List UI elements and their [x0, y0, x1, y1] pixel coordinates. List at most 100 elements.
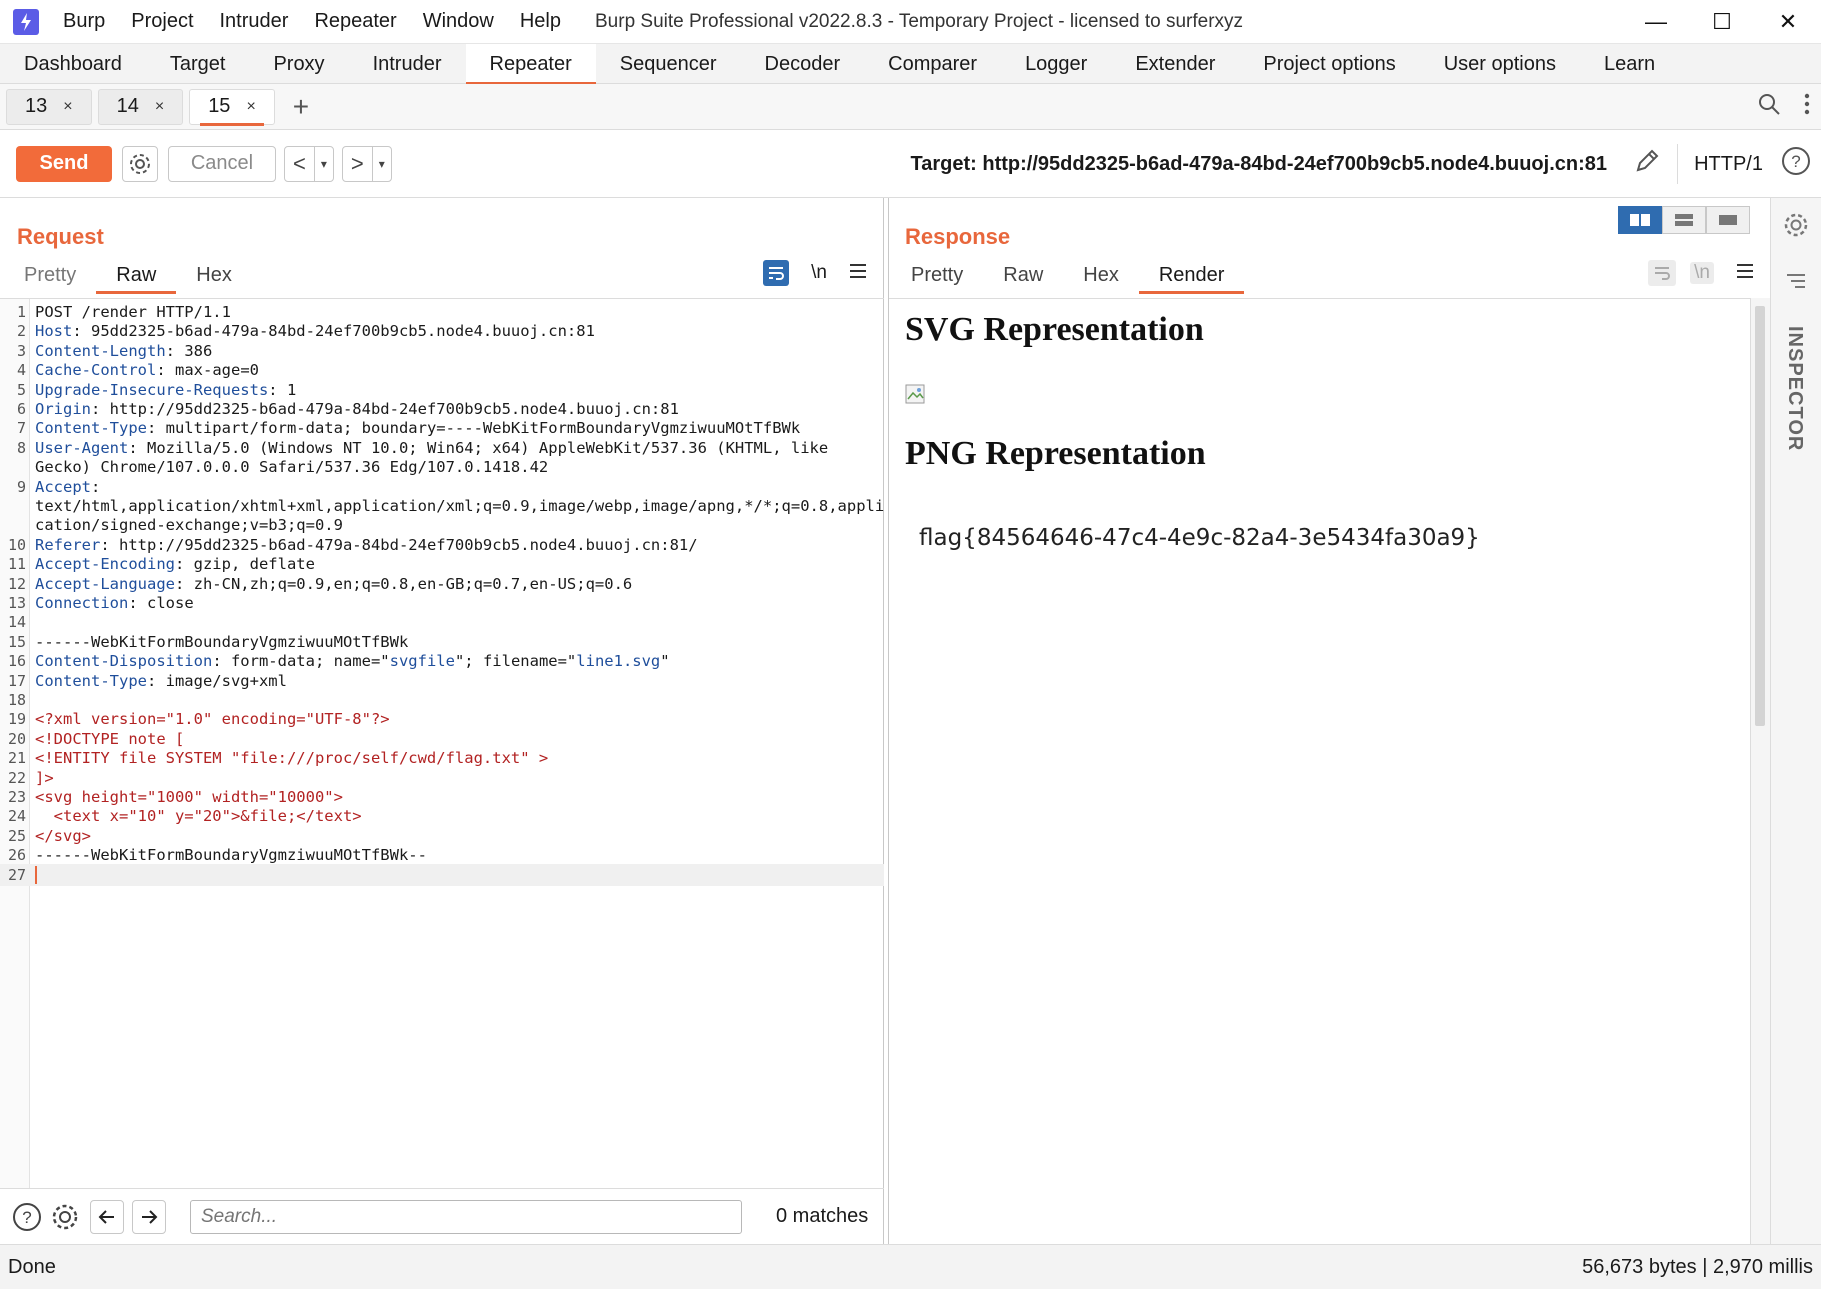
line-text: : 1: [268, 380, 297, 399]
repeater-tabs: 13 × 14 × 15 × +: [0, 84, 1821, 130]
response-panel: Response Pretty Raw Hex Render \n SVG Repre…: [888, 198, 1771, 1244]
header-name: Content-Type: [35, 671, 147, 690]
close-tab-icon[interactable]: ×: [155, 98, 164, 116]
menu-project[interactable]: Project: [131, 10, 193, 33]
line-text: cation/signed-exchange;v=b3;q=0.9: [35, 516, 343, 535]
tab-proxy[interactable]: Proxy: [249, 44, 348, 84]
menu-burp[interactable]: Burp: [63, 10, 105, 33]
response-tab-hex[interactable]: Hex: [1063, 260, 1139, 294]
menu-icon[interactable]: [849, 262, 867, 285]
menu-intruder[interactable]: Intruder: [220, 10, 289, 33]
window-controls: — ☐ ✕: [1623, 0, 1821, 44]
gear-icon[interactable]: [48, 1200, 82, 1234]
history-forward-group[interactable]: > ▾: [341, 145, 392, 182]
edit-target-icon[interactable]: [1633, 147, 1661, 181]
repeater-tab-13[interactable]: 13 ×: [6, 88, 92, 125]
line-text: : image/svg+xml: [146, 671, 287, 690]
tabs-layout-button[interactable]: [1706, 206, 1750, 234]
response-scrollbar[interactable]: [1751, 298, 1771, 1244]
gear-icon: [130, 153, 150, 174]
menu-window[interactable]: Window: [423, 10, 494, 33]
header-name: Content-Length: [35, 341, 166, 360]
add-tab-button[interactable]: +: [293, 91, 309, 123]
show-newlines-toggle[interactable]: \n: [811, 262, 827, 284]
line-text: : http://95dd2325-b6ad-479a-84bd-24ef700…: [100, 535, 698, 554]
menu-icon[interactable]: [1736, 262, 1754, 285]
line-text: svgfile: [389, 652, 455, 671]
next-request-button[interactable]: >: [343, 151, 372, 177]
line-text: : 386: [165, 341, 213, 360]
header-name: Accept: [35, 477, 91, 496]
http-version-label[interactable]: HTTP/1: [1694, 153, 1763, 176]
header-name: Accept-Language: [35, 574, 175, 593]
line-text: ------WebKitFormBoundaryVgmziwuuMOtTfBWk: [35, 632, 409, 651]
svg-text:?: ?: [22, 1208, 31, 1227]
help-icon[interactable]: ?: [10, 1200, 44, 1234]
prev-dropdown-button[interactable]: ▾: [313, 145, 333, 182]
status-text: Done: [8, 1255, 56, 1278]
menu-help[interactable]: Help: [520, 10, 561, 33]
filter-lines-icon[interactable]: [1785, 272, 1807, 295]
tab-sequencer[interactable]: Sequencer: [596, 44, 741, 84]
more-options-icon[interactable]: [1803, 92, 1811, 122]
show-newlines-toggle: \n: [1690, 262, 1714, 284]
stacked-layout-button[interactable]: [1662, 206, 1706, 234]
response-tab-render[interactable]: Render: [1138, 260, 1245, 294]
request-panel: Request Pretty Raw Hex \n 1 POST /render HT…: [0, 198, 884, 1244]
side-by-side-layout-button[interactable]: [1618, 206, 1662, 234]
line-text: : close: [128, 594, 194, 612]
send-button[interactable]: Send: [16, 145, 112, 182]
png-representation-heading: PNG Representation: [905, 435, 1206, 472]
header-name: Accept-Encoding: [35, 555, 175, 574]
tab-dashboard[interactable]: Dashboard: [0, 44, 146, 84]
tab-user-options[interactable]: User options: [1420, 44, 1580, 84]
search-icon[interactable]: [1757, 92, 1781, 122]
line-text: <svg height="1000" width="10000">: [35, 788, 343, 806]
request-tab-pretty[interactable]: Pretty: [4, 260, 96, 294]
repeater-tab-15[interactable]: 15 ×: [189, 88, 275, 126]
next-dropdown-button[interactable]: ▾: [371, 145, 391, 182]
header-name: Content-Disposition: [35, 652, 213, 671]
line-content: [35, 864, 37, 887]
request-tab-hex[interactable]: Hex: [176, 260, 252, 294]
inspector-toggle[interactable]: INSPECTOR: [1783, 326, 1806, 451]
tab-extender[interactable]: Extender: [1111, 44, 1239, 84]
response-tab-raw[interactable]: Raw: [983, 260, 1063, 294]
repeater-tab-14[interactable]: 14 ×: [97, 88, 184, 125]
close-tab-icon[interactable]: ×: [246, 98, 255, 116]
tab-logger[interactable]: Logger: [1001, 44, 1111, 84]
line-text: : 95dd2325-b6ad-479a-84bd-24ef700b9cb5.n…: [72, 322, 595, 341]
previous-match-button[interactable]: [90, 1199, 124, 1234]
request-title: Request: [17, 224, 104, 249]
close-window-button[interactable]: ✕: [1755, 0, 1821, 44]
target-label: Target: http://95dd2325-b6ad-479a-84bd-2…: [910, 153, 1607, 175]
tab-intruder[interactable]: Intruder: [349, 44, 466, 84]
wrap-lines-icon[interactable]: [763, 260, 790, 286]
tab-comparer[interactable]: Comparer: [864, 44, 1001, 84]
prev-request-button[interactable]: <: [285, 151, 314, 177]
tab-target[interactable]: Target: [146, 44, 250, 84]
history-back-group[interactable]: < ▾: [284, 145, 334, 182]
tab-repeater[interactable]: Repeater: [465, 44, 597, 85]
minimize-button[interactable]: —: [1623, 0, 1689, 44]
maximize-button[interactable]: ☐: [1689, 0, 1755, 44]
menu-bar: Burp Project Intruder Repeater Window Help: [63, 10, 587, 33]
next-match-button[interactable]: [132, 1199, 166, 1234]
menu-repeater[interactable]: Repeater: [314, 10, 396, 33]
repeater-tab-label: 13: [25, 95, 48, 117]
arrow-right-icon: [142, 1209, 158, 1224]
request-editor[interactable]: 1 POST /render HTTP/1.1 2 Host: 95dd2325-b6…: [0, 298, 884, 1189]
tab-project-options[interactable]: Project options: [1239, 44, 1419, 84]
request-tab-raw[interactable]: Raw: [96, 260, 177, 294]
response-tab-pretty[interactable]: Pretty: [891, 260, 983, 294]
tab-learn[interactable]: Learn: [1580, 44, 1679, 84]
tab-decoder[interactable]: Decoder: [741, 44, 865, 84]
search-input[interactable]: [190, 1199, 742, 1234]
gear-icon[interactable]: [1783, 212, 1809, 244]
close-tab-icon[interactable]: ×: [63, 98, 72, 116]
cancel-button[interactable]: Cancel: [168, 145, 276, 182]
settings-button[interactable]: [122, 145, 158, 182]
help-icon[interactable]: ?: [1781, 146, 1811, 182]
broken-image-icon: [905, 384, 927, 406]
arrow-left-icon: [98, 1209, 114, 1224]
